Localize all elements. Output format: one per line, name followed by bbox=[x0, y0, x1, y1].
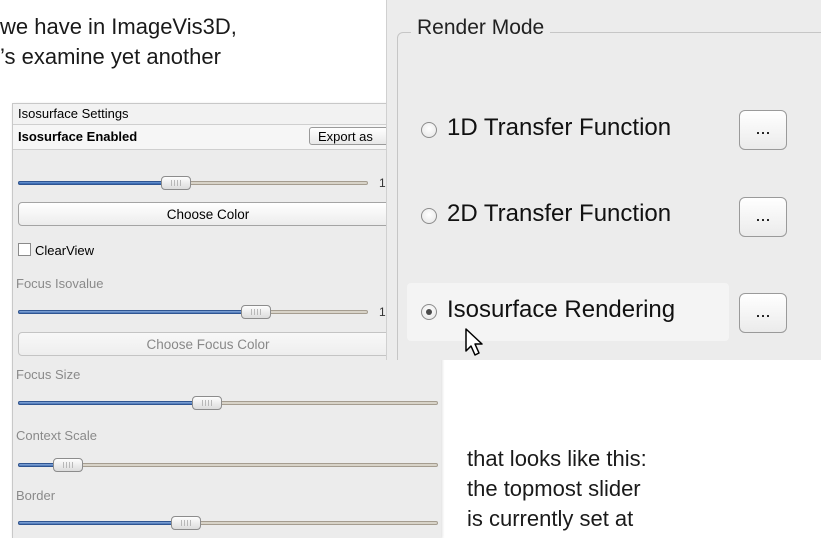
option-label: Isosurface Rendering bbox=[447, 296, 676, 323]
choose-color-button[interactable]: Choose Color bbox=[18, 202, 398, 226]
option-label: 1D Transfer Function bbox=[447, 114, 672, 141]
choose-focus-color-button[interactable]: Choose Focus Color bbox=[18, 332, 398, 356]
isosurface-enabled-row: Isosurface Enabled Export as bbox=[13, 125, 399, 150]
border-label: Border bbox=[16, 488, 56, 503]
panel-header: Isosurface Settings bbox=[13, 104, 398, 125]
focus-isovalue-label: Focus Isovalue bbox=[16, 276, 104, 291]
document-text-line: ’s examine yet another bbox=[0, 44, 221, 69]
slider-handle[interactable] bbox=[241, 305, 271, 319]
isovalue-slider[interactable] bbox=[18, 176, 368, 190]
document-text-line: that looks like this: bbox=[467, 446, 647, 471]
context-scale-slider[interactable] bbox=[18, 458, 438, 472]
document-text-line: is currently set at bbox=[467, 506, 634, 531]
focus-size-slider[interactable] bbox=[18, 396, 438, 410]
checkbox-box[interactable] bbox=[18, 243, 31, 256]
radio-isosurface-rendering[interactable] bbox=[421, 304, 437, 320]
slider-handle[interactable] bbox=[160, 176, 191, 190]
edit-1d-transfer-function-button[interactable]: ... bbox=[739, 110, 787, 150]
focus-size-label: Focus Size bbox=[16, 367, 81, 382]
edit-2d-transfer-function-button[interactable]: ... bbox=[739, 197, 787, 237]
focus-isovalue-slider[interactable] bbox=[18, 305, 368, 319]
edit-isosurface-button[interactable]: ... bbox=[739, 293, 787, 333]
slider-handle[interactable] bbox=[192, 396, 222, 410]
border-slider[interactable] bbox=[18, 516, 438, 530]
render-mode-title: Render Mode bbox=[411, 16, 551, 40]
slider-max-label: 1 bbox=[379, 176, 386, 190]
slider-handle[interactable] bbox=[171, 516, 201, 530]
clearview-checkbox[interactable]: ClearView bbox=[18, 243, 94, 258]
isosurface-settings-panel: Isosurface Settings Isosurface Enabled E… bbox=[12, 103, 441, 538]
document-text-line: we have in ImageVis3D, bbox=[0, 14, 237, 39]
slider-handle[interactable] bbox=[53, 458, 84, 472]
radio-1d-transfer-function[interactable] bbox=[421, 122, 437, 138]
clearview-label: ClearView bbox=[35, 243, 95, 258]
context-scale-label: Context Scale bbox=[16, 428, 97, 443]
option-label: 2D Transfer Function bbox=[447, 200, 672, 227]
isosurface-enabled-label: Isosurface Enabled bbox=[18, 129, 138, 144]
mouse-cursor-icon bbox=[465, 328, 483, 356]
radio-2d-transfer-function[interactable] bbox=[421, 208, 437, 224]
render-mode-panel: Render Mode 1D Transfer Function ... 2D … bbox=[386, 0, 821, 360]
document-text-line: the topmost slider bbox=[467, 476, 641, 501]
slider-max-label: 1 bbox=[379, 305, 386, 319]
